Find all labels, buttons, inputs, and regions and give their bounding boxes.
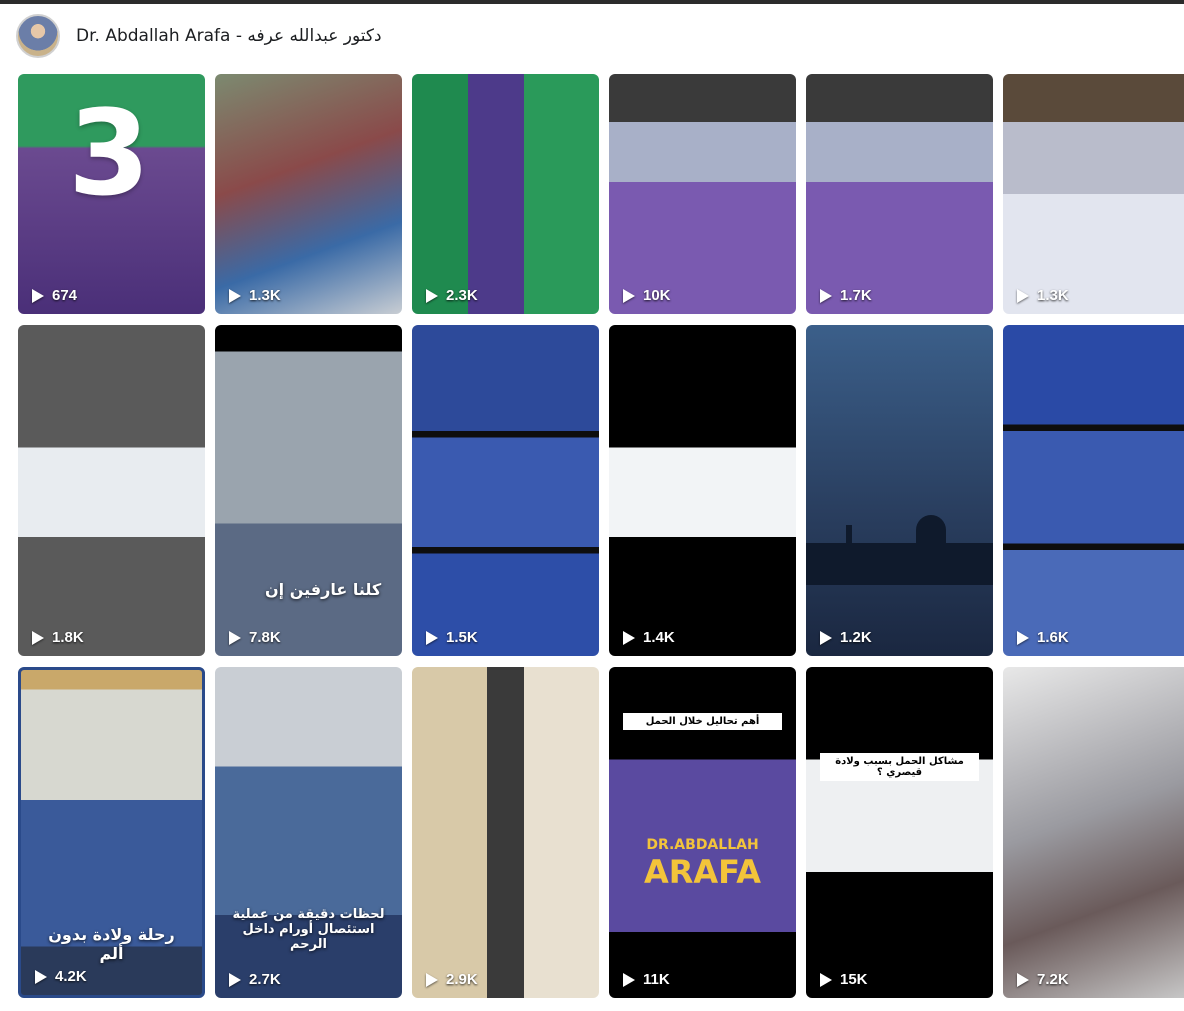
play-icon [623,972,635,987]
video-caption: أهم تحاليل خلال الحمل [623,713,782,730]
play-icon [229,972,241,987]
view-count: 2.7K [229,971,281,988]
view-count: 1.2K [820,629,872,646]
view-count: 7.8K [229,629,281,646]
view-count: 1.3K [1017,287,1069,304]
play-icon [229,630,241,645]
video-tile[interactable]: 7.2K [1003,667,1184,998]
view-count: 1.3K [229,287,281,304]
play-icon [32,630,44,645]
view-count: 2.3K [426,287,478,304]
video-tile[interactable]: 1.3K [215,74,402,314]
video-tile[interactable]: مشاكل الحمل بسبب ولادة قيصري ؟ 15K [806,667,993,998]
view-count: 4.2K [35,968,87,985]
video-tile[interactable]: 1.5K [412,325,599,656]
view-count: 1.6K [1017,629,1069,646]
video-tile[interactable]: 3 674 [18,74,205,314]
play-icon [820,972,832,987]
view-count: 7.2K [1017,971,1069,988]
video-tile[interactable]: لحظات دقيقة من عملية استئصال أورام داخل … [215,667,402,998]
video-tile[interactable]: 2.9K [412,667,599,998]
play-icon [623,288,635,303]
view-count: 1.5K [426,629,478,646]
page-title[interactable]: Dr. Abdallah Arafa - دكتور عبدالله عرفه [76,26,382,46]
video-caption: لحظات دقيقة من عملية استئصال أورام داخل … [232,907,385,952]
play-icon [229,288,241,303]
video-tile[interactable]: أهم تحاليل خلال الحمل DR.ABDALLAH ARAFA … [609,667,796,998]
brand-overlay: DR.ABDALLAH ARAFA [643,837,762,891]
video-tile[interactable]: 2.3K [412,74,599,314]
play-icon [426,630,438,645]
video-tile[interactable]: 1.7K [806,74,993,314]
play-icon [820,630,832,645]
video-tile[interactable]: 1.6K [1003,325,1184,656]
avatar[interactable] [16,14,60,58]
video-tile[interactable]: 1.3K [1003,74,1184,314]
play-icon [1017,972,1029,987]
view-count: 10K [623,287,671,304]
video-overlay-number: 3 [68,84,151,222]
video-tile[interactable]: 1.2K [806,325,993,656]
view-count: 1.8K [32,629,84,646]
view-count: 15K [820,971,868,988]
video-tile[interactable]: 1.8K [18,325,205,656]
view-count: 1.7K [820,287,872,304]
view-count: 2.9K [426,971,478,988]
play-icon [1017,630,1029,645]
mosque-silhouette [806,515,993,585]
play-icon [426,972,438,987]
view-count: 674 [32,287,77,304]
reels-panel: Dr. Abdallah Arafa - دكتور عبدالله عرفه … [0,4,1184,1011]
video-tile[interactable]: رحلة ولادة بدون ألم 4.2K [18,667,205,998]
video-tile[interactable]: كلنا عارفين إن 7.8K [215,325,402,656]
view-count: 1.4K [623,629,675,646]
video-tile[interactable]: 1.4K [609,325,796,656]
video-caption: مشاكل الحمل بسبب ولادة قيصري ؟ [820,753,979,781]
view-count: 11K [623,971,670,988]
play-icon [32,288,44,303]
profile-header: Dr. Abdallah Arafa - دكتور عبدالله عرفه [16,12,1166,60]
play-icon [820,288,832,303]
video-caption: رحلة ولادة بدون ألم [48,925,175,963]
play-icon [426,288,438,303]
video-tile[interactable]: 10K [609,74,796,314]
play-icon [35,969,47,984]
play-icon [623,630,635,645]
video-caption: كلنا عارفين إن [265,580,382,599]
video-grid: 3 674 1.3K 2.3K 10K 1.7K 1.3K 1.8K كلنا … [18,74,1184,998]
play-icon [1017,288,1029,303]
